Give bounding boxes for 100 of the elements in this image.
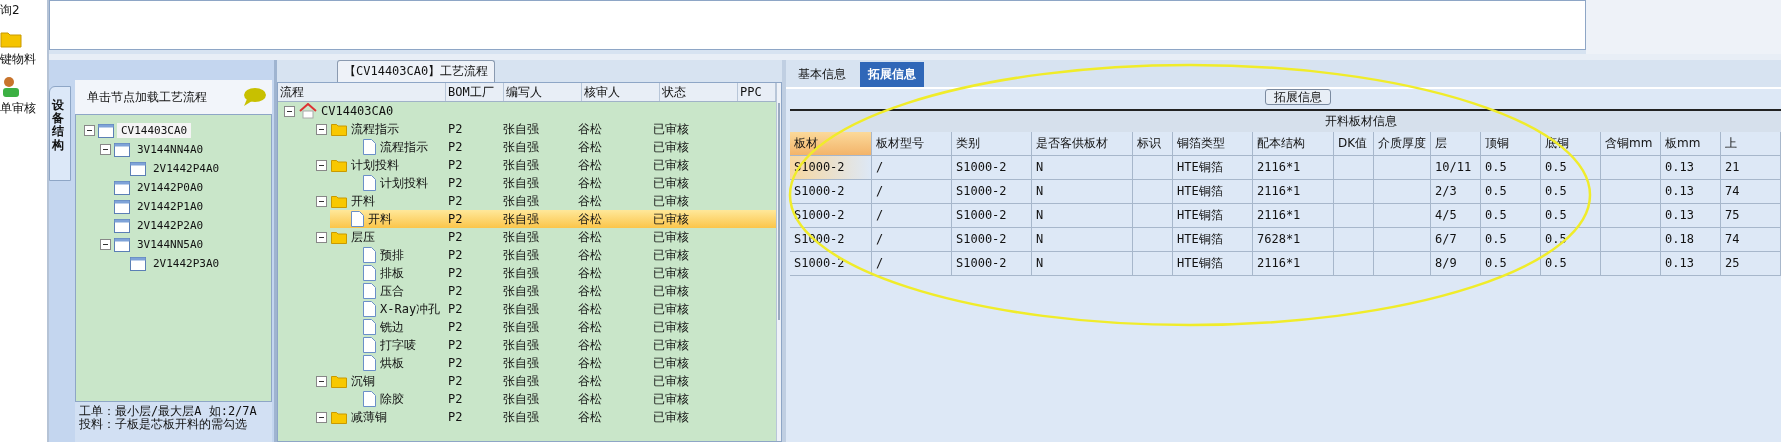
table-cell-text: 谷松 [577, 228, 603, 246]
window-icon [114, 237, 130, 252]
tree-node[interactable]: CV14403CA0 [117, 123, 192, 138]
table-cell-text: 谷松 [577, 300, 603, 318]
collapse-toggle[interactable] [316, 195, 327, 207]
house-icon [299, 103, 317, 119]
collapse-toggle[interactable] [100, 239, 111, 250]
table-cell-text: P2 [447, 392, 464, 406]
table-cell-text: 已审核 [652, 390, 690, 408]
collapse-toggle[interactable] [316, 159, 327, 171]
table-cell-text: 谷松 [577, 372, 603, 390]
process-row[interactable]: 沉铜 P2 张自强 谷松 已审核 [278, 372, 776, 390]
launcher-label[interactable]: 单审核 [0, 100, 36, 117]
document-icon [363, 139, 376, 155]
collapse-toggle[interactable] [316, 123, 327, 135]
process-row[interactable]: CV14403CA0 [278, 102, 776, 120]
tree-node[interactable]: 2V1442P2A0 [133, 218, 208, 233]
collapse-toggle[interactable] [284, 105, 295, 117]
process-row[interactable]: 计划投料 P2 张自强 谷松 已审核 [278, 156, 776, 174]
column-header[interactable]: 核审人 [582, 83, 660, 101]
process-row[interactable]: 开料 P2 张自强 谷松 已审核 [278, 192, 776, 210]
process-row[interactable]: X-Ray冲孔 P2 张自强 谷松 已审核 [278, 300, 776, 318]
process-row[interactable]: 开料 P2 张自强 谷松 已审核 [330, 210, 776, 228]
tree-node[interactable]: 2V1442P1A0 [133, 199, 208, 214]
column-header[interactable]: 含铜mm [1601, 132, 1661, 155]
window-icon [114, 218, 130, 233]
process-row[interactable]: 打字唛 P2 张自强 谷松 已审核 [278, 336, 776, 354]
column-header[interactable]: 顶铜 [1481, 132, 1541, 155]
table-cell-text: 张自强 [502, 318, 540, 336]
process-row[interactable]: 流程指示 P2 张自强 谷松 已审核 [278, 120, 776, 138]
launcher-label[interactable]: 询2 [0, 2, 20, 19]
table-cell-text: 谷松 [577, 408, 603, 426]
column-header[interactable]: 层 [1431, 132, 1481, 155]
column-header[interactable]: 板材 [790, 132, 872, 155]
table-cell: / [872, 180, 952, 203]
table-cell: HTE铜箔 [1173, 204, 1253, 227]
window-icon [130, 256, 146, 271]
process-row[interactable]: 铣边 P2 张自强 谷松 已审核 [278, 318, 776, 336]
process-row[interactable]: 流程指示 P2 张自强 谷松 已审核 [278, 138, 776, 156]
window-icon [114, 180, 130, 195]
table-cell-text: 已审核 [652, 354, 690, 372]
table-cell: N [1032, 180, 1133, 203]
process-row[interactable]: 计划投料 P2 张自强 谷松 已审核 [278, 174, 776, 192]
column-header[interactable]: 铜箔类型 [1173, 132, 1253, 155]
step-name: 开料 [368, 210, 392, 228]
tab[interactable]: 拓展信息 [860, 62, 924, 87]
side-tab[interactable]: 设备结构 [49, 86, 71, 181]
table-cell-text: P2 [447, 212, 464, 226]
column-header[interactable]: 介质厚度 [1374, 132, 1431, 155]
window-icon [98, 123, 114, 138]
document-icon [363, 265, 376, 281]
column-header[interactable]: 板材型号 [872, 132, 952, 155]
step-name: 预排 [380, 246, 404, 264]
table-cell: N [1032, 156, 1133, 179]
collapse-toggle[interactable] [100, 144, 111, 155]
tree-node[interactable]: 2V1442P0A0 [133, 180, 208, 195]
column-header[interactable]: BOM工厂 [446, 83, 504, 101]
column-header[interactable]: 板mm [1661, 132, 1721, 155]
column-header[interactable]: 流程 [278, 83, 446, 101]
table-cell: 0.18 [1661, 228, 1721, 251]
table-cell: HTE铜箔 [1173, 228, 1253, 251]
process-row[interactable]: 减薄铜 P2 张自强 谷松 已审核 [278, 408, 776, 426]
column-header[interactable]: 类别 [952, 132, 1032, 155]
table-cell-text: 已审核 [652, 138, 690, 156]
process-row[interactable]: 排板 P2 张自强 谷松 已审核 [278, 264, 776, 282]
collapse-toggle[interactable] [316, 375, 327, 387]
window-icon [114, 142, 130, 157]
column-header[interactable]: 是否客供板材 [1032, 132, 1133, 155]
group-button[interactable]: 拓展信息 [1265, 89, 1331, 105]
tree-node[interactable]: 3V144NN4A0 [133, 142, 208, 157]
launcher-label[interactable]: 键物料 [0, 51, 36, 68]
table-cell-text: P2 [447, 338, 464, 352]
table-cell-text: 张自强 [502, 354, 540, 372]
table-cell: 21 [1721, 156, 1781, 179]
memo-field[interactable] [49, 0, 1586, 50]
column-header[interactable]: 状态 [660, 83, 738, 101]
column-header[interactable]: 上 [1721, 132, 1781, 155]
column-header[interactable]: 编写人 [504, 83, 582, 101]
table-cell-text: 张自强 [502, 192, 540, 210]
tab[interactable]: 基本信息 [790, 62, 854, 87]
process-row[interactable]: 层压 P2 张自强 谷松 已审核 [278, 228, 776, 246]
table-cell: 0.5 [1541, 252, 1601, 275]
table-cell: N [1032, 252, 1133, 275]
tree-node[interactable]: 3V144NN5A0 [133, 237, 208, 252]
collapse-toggle[interactable] [316, 231, 327, 243]
process-row[interactable]: 预排 P2 张自强 谷松 已审核 [278, 246, 776, 264]
process-row[interactable]: 烘板 P2 张自强 谷松 已审核 [278, 354, 776, 372]
column-header[interactable]: DK值 [1334, 132, 1374, 155]
process-row[interactable]: 除胶 P2 张自强 谷松 已审核 [278, 390, 776, 408]
user-icon[interactable] [0, 76, 22, 98]
column-header[interactable]: 标识 [1133, 132, 1173, 155]
collapse-toggle[interactable] [316, 411, 327, 423]
column-header[interactable]: 配本结构 [1253, 132, 1334, 155]
scrollbar[interactable] [776, 83, 781, 441]
process-row[interactable]: 压合 P2 张自强 谷松 已审核 [278, 282, 776, 300]
table-cell-text: 张自强 [502, 282, 540, 300]
tree-node[interactable]: 2V1442P3A0 [149, 256, 224, 271]
tree-node[interactable]: 2V1442P4A0 [149, 161, 224, 176]
collapse-toggle[interactable] [84, 125, 95, 136]
table-cell: / [872, 156, 952, 179]
